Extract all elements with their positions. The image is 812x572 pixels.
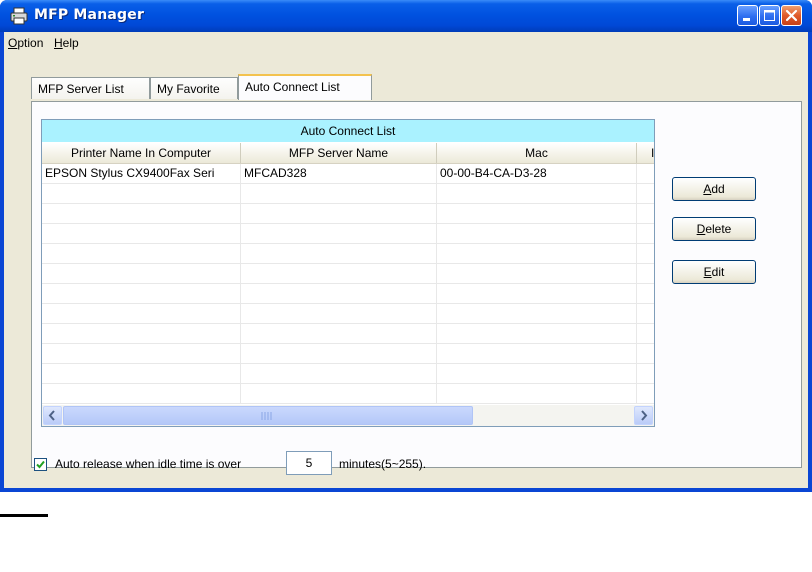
table-row[interactable]: [42, 264, 654, 284]
mfp-manager-window: MFP Manager Option Help MFP Server List …: [0, 0, 812, 492]
empty-cell: [42, 304, 241, 323]
auto-release-label: Auto release when idle time is over: [55, 457, 242, 471]
empty-cell: [437, 344, 637, 363]
cell-printer-name: EPSON Stylus CX9400Fax Seri: [42, 164, 241, 183]
tab-label: Auto Connect List: [245, 80, 340, 94]
empty-cell: [241, 264, 437, 283]
scroll-right-button[interactable]: [634, 406, 653, 425]
empty-cell: [241, 244, 437, 263]
table-row[interactable]: [42, 384, 654, 404]
tab-label: MFP Server List: [38, 82, 124, 96]
window-client-area: Option Help MFP Server List My Favorite …: [4, 32, 808, 488]
minimize-button[interactable]: [737, 5, 758, 26]
empty-cell: [437, 204, 637, 223]
empty-cell: [437, 364, 637, 383]
empty-cell: [42, 244, 241, 263]
empty-cell: [241, 204, 437, 223]
minimize-icon: [743, 18, 750, 21]
empty-cell: [42, 324, 241, 343]
empty-cell: [42, 264, 241, 283]
checkmark-icon: [36, 460, 45, 469]
arrow-right-icon: [641, 410, 648, 421]
empty-cell: [437, 324, 637, 343]
empty-cell: [42, 184, 241, 203]
column-header-mfp-server-name[interactable]: MFP Server Name: [241, 143, 437, 163]
empty-cell: [42, 224, 241, 243]
empty-cell: [241, 344, 437, 363]
auto-connect-listview[interactable]: Auto Connect List Printer Name In Comput…: [41, 119, 655, 427]
empty-cell: [42, 204, 241, 223]
tab-label: My Favorite: [157, 82, 220, 96]
divider-line: [0, 514, 48, 517]
table-row[interactable]: [42, 244, 654, 264]
cell-mfp-server-name: MFCAD328: [241, 164, 437, 183]
empty-cell: [437, 224, 637, 243]
empty-cell: [241, 284, 437, 303]
idle-minutes-input[interactable]: 5: [286, 451, 332, 475]
window-title: MFP Manager: [34, 7, 145, 23]
cell-truncated: [637, 164, 654, 183]
arrow-left-icon: [48, 410, 55, 421]
table-row[interactable]: [42, 184, 654, 204]
horizontal-scrollbar[interactable]: [42, 405, 654, 426]
table-row[interactable]: [42, 344, 654, 364]
scroll-thumb[interactable]: [63, 406, 473, 425]
empty-cell: [437, 184, 637, 203]
table-row[interactable]: [42, 284, 654, 304]
empty-cell: [437, 384, 637, 403]
auto-connect-panel: Auto Connect List Printer Name In Comput…: [31, 101, 802, 468]
list-header: Printer Name In Computer MFP Server Name…: [42, 143, 654, 164]
grip-icon: [261, 412, 272, 420]
menu-help[interactable]: Help: [54, 36, 79, 50]
menu-option[interactable]: Option: [8, 36, 43, 50]
maximize-button[interactable]: [759, 5, 780, 26]
minutes-range-label: minutes(5~255).: [339, 457, 427, 471]
empty-cell: [241, 184, 437, 203]
edit-button[interactable]: Edit: [672, 260, 756, 284]
empty-cell: [241, 304, 437, 323]
empty-cell: [437, 264, 637, 283]
list-caption: Auto Connect List: [42, 120, 654, 142]
printer-icon: [10, 7, 28, 25]
empty-cell: [241, 384, 437, 403]
empty-cell: [437, 244, 637, 263]
empty-cell: [42, 344, 241, 363]
column-header-printer-name[interactable]: Printer Name In Computer: [42, 143, 241, 163]
add-button[interactable]: Add: [672, 177, 756, 201]
empty-cell: [437, 284, 637, 303]
close-icon: [785, 9, 798, 22]
close-button[interactable]: [781, 5, 802, 26]
column-header-mac[interactable]: Mac: [437, 143, 637, 163]
table-row[interactable]: EPSON Stylus CX9400Fax Seri MFCAD328 00-…: [42, 164, 654, 184]
empty-cell: [437, 304, 637, 323]
empty-cell: [241, 324, 437, 343]
maximize-icon: [764, 10, 775, 21]
delete-button[interactable]: Delete: [672, 217, 756, 241]
table-row[interactable]: [42, 224, 654, 244]
table-row[interactable]: [42, 364, 654, 384]
tab-auto-connect-list[interactable]: Auto Connect List: [238, 74, 372, 100]
empty-cell: [42, 284, 241, 303]
empty-cell: [42, 384, 241, 403]
auto-release-checkbox[interactable]: [34, 458, 47, 471]
table-row[interactable]: [42, 204, 654, 224]
cell-mac: 00-00-B4-CA-D3-28: [437, 164, 637, 183]
scroll-left-button[interactable]: [43, 406, 62, 425]
menu-bar: Option Help: [4, 32, 808, 54]
table-row[interactable]: [42, 304, 654, 324]
table-row[interactable]: [42, 324, 654, 344]
empty-cell: [241, 364, 437, 383]
empty-cell: [42, 364, 241, 383]
tab-my-favorite[interactable]: My Favorite: [150, 77, 238, 99]
empty-cell: [241, 224, 437, 243]
tab-mfp-server-list[interactable]: MFP Server List: [31, 77, 150, 99]
title-bar[interactable]: MFP Manager: [0, 0, 812, 32]
list-grid: EPSON Stylus CX9400Fax Seri MFCAD328 00-…: [42, 164, 654, 404]
column-header-truncated[interactable]: I: [637, 143, 654, 163]
